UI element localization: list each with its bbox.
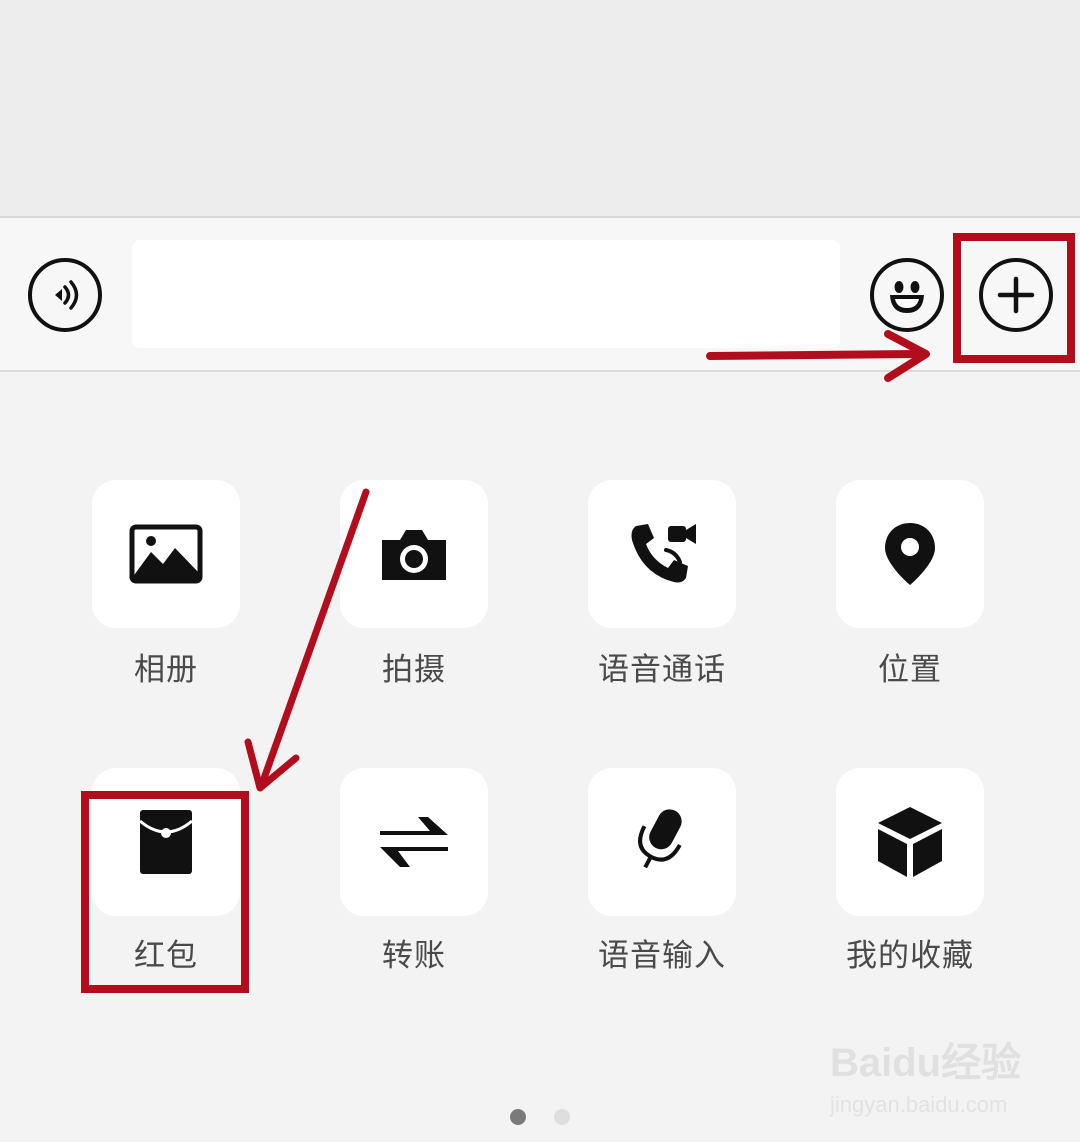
app-tile-favorites[interactable] bbox=[836, 768, 984, 916]
transfer-icon bbox=[380, 817, 448, 867]
app-label-camera: 拍摄 bbox=[382, 652, 446, 688]
function-panel: 相册 拍摄 语音通话 位置 红包 转账 语音输入 我的收藏 bbox=[0, 372, 1080, 1142]
page-indicator-dot[interactable] bbox=[554, 1109, 570, 1125]
emoji-button[interactable] bbox=[870, 258, 944, 332]
voice-call-icon bbox=[631, 524, 696, 583]
microphone-icon bbox=[638, 809, 682, 869]
page-indicator-dot-active[interactable] bbox=[510, 1109, 526, 1125]
app-tile-camera[interactable] bbox=[340, 480, 488, 628]
photo-album-icon bbox=[129, 524, 203, 584]
message-input[interactable] bbox=[132, 240, 840, 348]
voice-wave-icon bbox=[55, 280, 79, 310]
app-label-red-packet: 红包 bbox=[134, 938, 198, 974]
plus-icon bbox=[997, 276, 1035, 314]
chat-screen: 相册 拍摄 语音通话 位置 红包 转账 语音输入 我的收藏 Baidu经验 ji… bbox=[0, 0, 1080, 1142]
app-tile-voice-input[interactable] bbox=[588, 768, 736, 916]
voice-mode-button[interactable] bbox=[28, 258, 102, 332]
favorites-box-icon bbox=[878, 807, 942, 877]
app-label-voice-input: 语音输入 bbox=[598, 938, 726, 974]
watermark-url: jingyan.baidu.com bbox=[830, 1092, 1008, 1117]
watermark-logo: Baidu经验 bbox=[830, 1041, 1022, 1085]
app-label-voice-call: 语音通话 bbox=[598, 652, 726, 688]
app-label-transfer: 转账 bbox=[382, 938, 446, 974]
chat-message-area[interactable] bbox=[0, 0, 1080, 218]
app-label-location: 位置 bbox=[878, 652, 942, 688]
app-tile-red-packet[interactable] bbox=[92, 768, 240, 916]
app-tile-transfer[interactable] bbox=[340, 768, 488, 916]
app-tile-location[interactable] bbox=[836, 480, 984, 628]
chat-input-bar bbox=[0, 218, 1080, 372]
location-pin-icon bbox=[885, 523, 935, 585]
app-tile-voice-call[interactable] bbox=[588, 480, 736, 628]
smiley-icon bbox=[890, 281, 924, 313]
app-tile-album[interactable] bbox=[92, 480, 240, 628]
more-functions-button[interactable] bbox=[979, 258, 1053, 332]
red-packet-icon bbox=[139, 810, 193, 874]
camera-icon bbox=[382, 530, 446, 580]
app-label-favorites: 我的收藏 bbox=[846, 938, 974, 974]
watermark: Baidu经验 jingyan.baidu.com bbox=[830, 1030, 1070, 1130]
app-label-album: 相册 bbox=[134, 652, 198, 688]
